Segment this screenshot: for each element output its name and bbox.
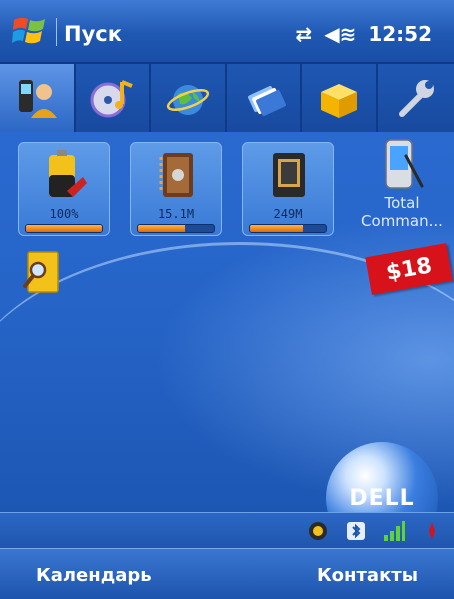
memory-tile[interactable]: 15.1M <box>130 142 222 236</box>
memory-fill <box>138 225 186 232</box>
today-tab-bar <box>0 64 454 132</box>
memory-bar <box>137 224 215 233</box>
volume-icon[interactable]: ◀︎≋ <box>324 22 356 46</box>
tab-programs[interactable] <box>302 64 378 132</box>
storage-bar <box>249 224 327 233</box>
tab-settings[interactable] <box>378 64 454 132</box>
battery-icon <box>49 150 87 197</box>
signal-strength-icon[interactable] <box>382 519 406 543</box>
notification-icon[interactable] <box>420 519 444 543</box>
wrench-icon <box>398 80 434 117</box>
tab-internet[interactable] <box>151 64 227 132</box>
battery-bar <box>25 224 103 233</box>
bluetooth-icon[interactable] <box>344 519 368 543</box>
phone-contact-icon <box>18 80 57 118</box>
box-icon <box>321 84 358 118</box>
tray-icons <box>306 519 444 543</box>
tab-media[interactable] <box>76 64 152 132</box>
start-menu-title[interactable]: Пуск <box>64 22 122 46</box>
cd-music-icon <box>90 80 134 118</box>
memory-book-icon <box>159 153 193 197</box>
today-content: 100% 15.1M 249M Total Comman... $18 DELL <box>0 132 454 512</box>
folder-search-icon[interactable] <box>20 248 64 296</box>
system-tray <box>0 512 454 549</box>
globe-icon <box>166 85 210 115</box>
sync-icon[interactable] <box>306 519 330 543</box>
price-tag: $18 <box>365 243 453 295</box>
storage-value: 249M <box>273 207 303 221</box>
storage-fill <box>250 225 304 232</box>
memory-value: 15.1M <box>157 207 195 221</box>
battery-tile[interactable]: 100% <box>18 142 110 236</box>
battery-value: 100% <box>49 207 79 221</box>
storage-card-icon <box>273 153 305 197</box>
total-commander-label-2: Comman... <box>361 212 443 230</box>
storage-tile[interactable]: 249M <box>242 142 334 236</box>
connectivity-icon[interactable]: ⇄ <box>295 22 312 46</box>
total-commander-shortcut[interactable]: Total Comman... <box>352 136 452 230</box>
pda-stylus-icon <box>385 139 424 189</box>
windows-start-icon[interactable] <box>12 14 48 48</box>
tab-cards[interactable] <box>227 64 303 132</box>
softkey-calendar[interactable]: Календарь <box>36 565 152 586</box>
status-icons: ⇄ ◀︎≋ 12:52 <box>295 22 432 46</box>
title-separator <box>56 18 57 46</box>
battery-fill <box>26 225 102 232</box>
clock[interactable]: 12:52 <box>368 22 432 46</box>
softkey-contacts[interactable]: Контакты <box>317 565 418 586</box>
total-commander-label-1: Total <box>384 194 420 212</box>
cards-icon <box>247 86 286 116</box>
softkey-bar: Календарь Контакты <box>0 548 454 599</box>
title-bar: Пуск ⇄ ◀︎≋ 12:52 <box>0 0 454 64</box>
tab-contacts[interactable] <box>0 64 76 132</box>
